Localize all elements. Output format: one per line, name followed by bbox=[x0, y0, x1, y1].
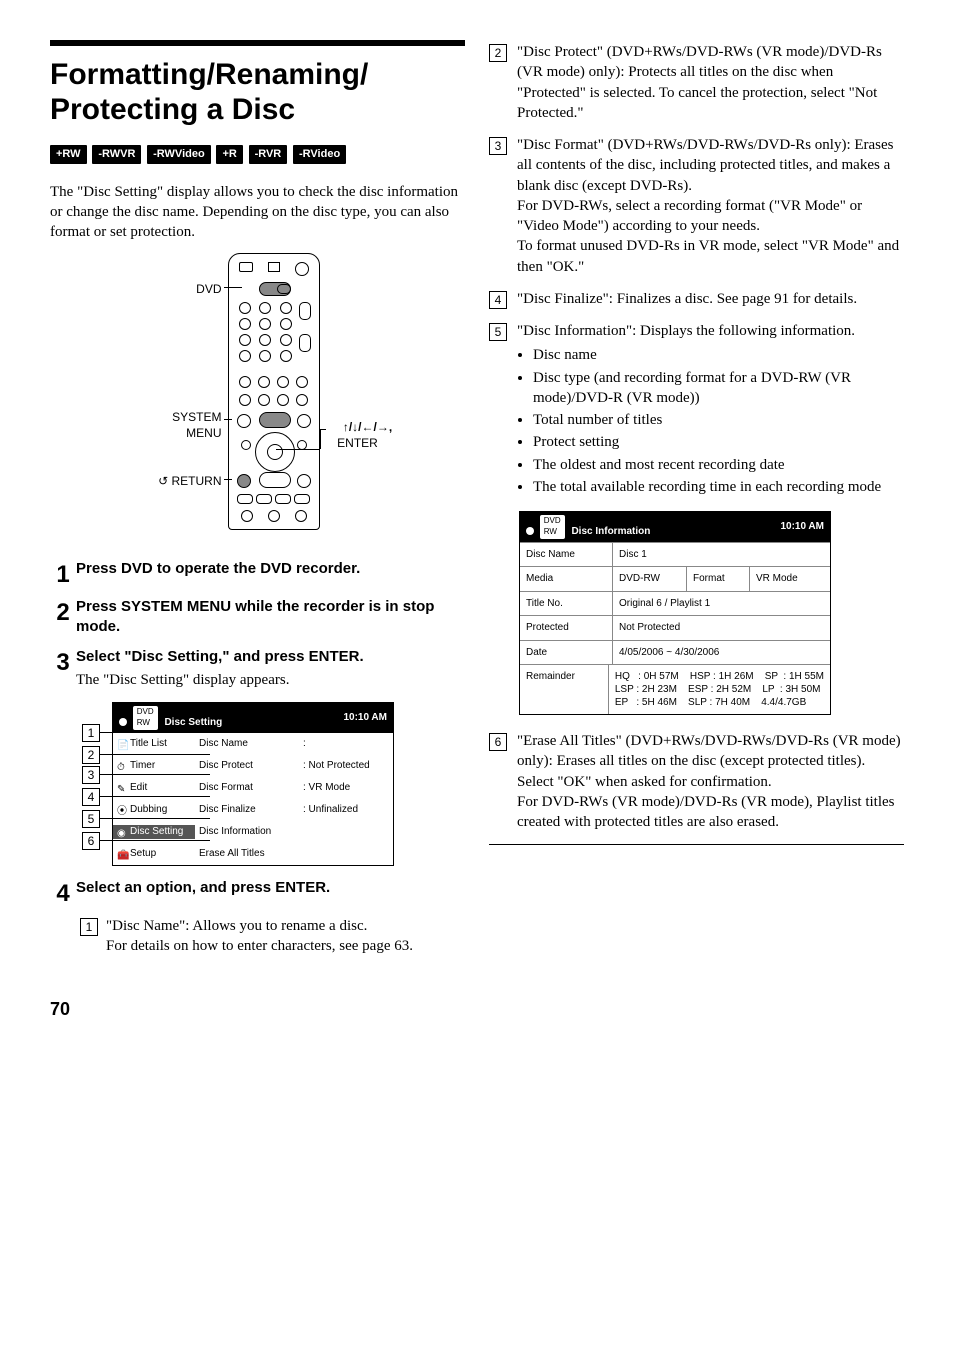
tag-plus-r: +R bbox=[216, 145, 242, 164]
tag-minus-rwvr: -RWVR bbox=[92, 145, 141, 164]
step-number-2: 2 bbox=[50, 597, 76, 629]
page-number: 70 bbox=[50, 997, 904, 1021]
opt5-b0: Disc name bbox=[533, 345, 904, 365]
opt-num-3: 3 bbox=[489, 137, 507, 155]
disc-information-screenshot: DVDRW Disc Information 10:10 AM Disc Nam… bbox=[519, 511, 831, 715]
callout-1: 1 bbox=[82, 724, 100, 742]
label-enter: ENTER bbox=[328, 435, 388, 451]
step-number-4: 4 bbox=[50, 878, 76, 910]
opt-4-text: "Disc Finalize": Finalizes a disc. See p… bbox=[517, 289, 904, 309]
step-3-sub: The "Disc Setting" display appears. bbox=[76, 670, 465, 690]
section-end-rule bbox=[489, 844, 904, 845]
step-3-text: Select "Disc Setting," and press ENTER. bbox=[76, 647, 465, 667]
step-1: 1 Press DVD to operate the DVD recorder. bbox=[50, 559, 465, 591]
disc-info-time: 10:10 AM bbox=[780, 520, 824, 534]
opt-5-bullets: Disc name Disc type (and recording forma… bbox=[517, 345, 904, 497]
opt-3-p2: For DVD-RWs, select a recording format (… bbox=[517, 196, 904, 237]
disc-type-tags: +RW -RWVR -RWVideo +R -RVR -RVideo bbox=[50, 143, 465, 164]
option-1: 1 "Disc Name": Allows you to rename a di… bbox=[80, 916, 465, 957]
opt-num-6: 6 bbox=[489, 733, 507, 751]
step-4-text: Select an option, and press ENTER. bbox=[76, 878, 465, 898]
remote-diagram: DVD SYSTEM MENU ↺ RETURN ↑/↓/←/→, ENTER bbox=[50, 253, 465, 539]
opt5-b4: The oldest and most recent recording dat… bbox=[533, 455, 904, 475]
opt-num-4: 4 bbox=[489, 291, 507, 309]
tag-plus-rw: +RW bbox=[50, 145, 87, 164]
page-title: Formatting/Renaming/ Protecting a Disc bbox=[50, 58, 465, 127]
opt5-b1: Disc type (and recording format for a DV… bbox=[533, 368, 904, 409]
callout-4: 4 bbox=[82, 788, 100, 806]
opt5-b5: The total available recording time in ea… bbox=[533, 477, 904, 497]
step-number-3: 3 bbox=[50, 647, 76, 679]
disc-setting-time: 10:10 AM bbox=[343, 711, 387, 725]
opt5-b3: Protect setting bbox=[533, 432, 904, 452]
option-6: 6 "Erase All Titles" (DVD+RWs/DVD-RWs/DV… bbox=[489, 731, 904, 832]
opt-6-p1: "Erase All Titles" (DVD+RWs/DVD-RWs/DVD-… bbox=[517, 731, 904, 792]
opt-num-5: 5 bbox=[489, 323, 507, 341]
opt-1-lead: "Disc Name": Allows you to rename a disc… bbox=[106, 918, 367, 934]
opt-num-1: 1 bbox=[80, 918, 98, 936]
option-2: 2 "Disc Protect" (DVD+RWs/DVD-RWs (VR mo… bbox=[489, 42, 904, 123]
label-dvd: DVD bbox=[178, 281, 222, 297]
opt5-b2: Total number of titles bbox=[533, 410, 904, 430]
step-1-text: Press DVD to operate the DVD recorder. bbox=[76, 559, 465, 579]
opt-1-tail: For details on how to enter characters, … bbox=[106, 938, 413, 954]
step-2: 2 Press SYSTEM MENU while the recorder i… bbox=[50, 597, 465, 641]
intro-paragraph: The "Disc Setting" display allows you to… bbox=[50, 182, 465, 243]
disc-setting-title: DVDRW Disc Setting bbox=[119, 706, 222, 730]
step-4: 4 Select an option, and press ENTER. bbox=[50, 878, 465, 910]
disc-info-title: DVDRW Disc Information bbox=[526, 515, 650, 539]
tag-minus-rvr: -RVR bbox=[249, 145, 288, 164]
opt-2-text: "Disc Protect" (DVD+RWs/DVD-RWs (VR mode… bbox=[517, 42, 904, 123]
tag-minus-rwvideo: -RWVideo bbox=[147, 145, 211, 164]
option-3: 3 "Disc Format" (DVD+RWs/DVD-RWs/DVD-Rs … bbox=[489, 135, 904, 277]
opt-3-p3: To format unused DVD-Rs in VR mode, sele… bbox=[517, 236, 904, 277]
option-4: 4 "Disc Finalize": Finalizes a disc. See… bbox=[489, 289, 904, 309]
opt-5-lead: "Disc Information": Displays the followi… bbox=[517, 321, 904, 341]
option-5: 5 "Disc Information": Displays the follo… bbox=[489, 321, 904, 499]
opt-6-p2: For DVD-RWs (VR mode)/DVD-Rs (VR mode), … bbox=[517, 792, 904, 833]
tag-minus-rvideo: -RVideo bbox=[293, 145, 346, 164]
callout-6: 6 bbox=[82, 832, 100, 850]
opt-num-2: 2 bbox=[489, 44, 507, 62]
label-return: ↺ RETURN bbox=[152, 473, 222, 489]
callout-5: 5 bbox=[82, 810, 100, 828]
callout-2: 2 bbox=[82, 746, 100, 764]
step-3: 3 Select "Disc Setting," and press ENTER… bbox=[50, 647, 465, 697]
opt-3-p1: "Disc Format" (DVD+RWs/DVD-RWs/DVD-Rs on… bbox=[517, 135, 904, 196]
disc-setting-screenshot: DVDRW Disc Setting 10:10 AM 📄Title ListD… bbox=[50, 702, 465, 866]
heading-rule bbox=[50, 40, 465, 46]
label-system-menu: SYSTEM MENU bbox=[152, 409, 222, 441]
callout-3: 3 bbox=[82, 766, 100, 784]
step-2-text: Press SYSTEM MENU while the recorder is … bbox=[76, 597, 465, 638]
step-number-1: 1 bbox=[50, 559, 76, 591]
label-arrows: ↑/↓/←/→, bbox=[328, 419, 408, 435]
